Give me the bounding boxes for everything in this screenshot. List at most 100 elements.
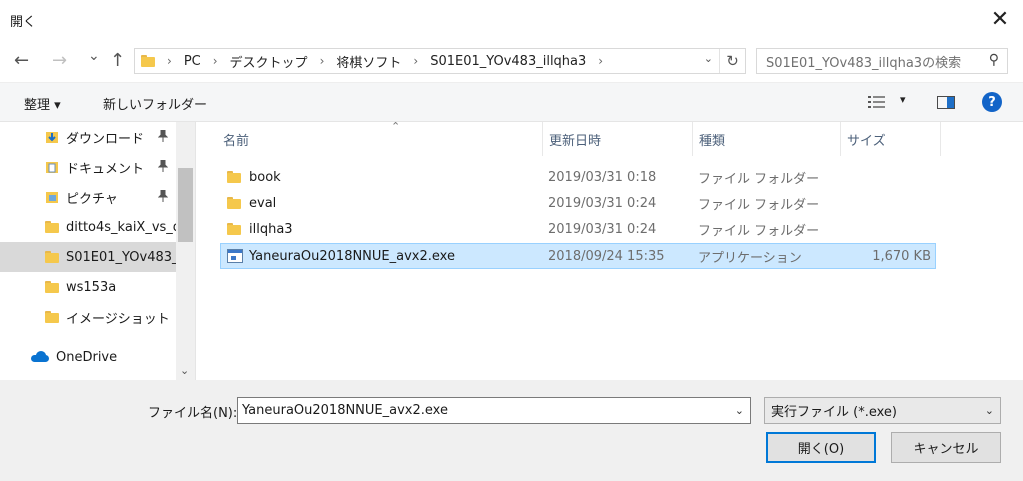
folder-icon	[227, 196, 241, 210]
chevron-right-icon[interactable]: ›	[413, 54, 418, 68]
column-header-label: 更新日時	[549, 133, 602, 149]
pin-icon[interactable]	[157, 159, 169, 175]
file-modified: 2019/03/31 0:18	[548, 169, 657, 185]
chevron-right-icon[interactable]: ›	[320, 54, 325, 68]
new-folder-button[interactable]: 新しいフォルダー	[103, 94, 207, 113]
search-input[interactable]: S01E01_YOv483_illqha3の検索 ⚲	[756, 48, 1008, 74]
search-icon[interactable]: ⚲	[989, 52, 999, 68]
file-row-yaneuraou-exe[interactable]: YaneuraOu2018NNUE_avx2.exe 2018/09/24 15…	[220, 243, 936, 269]
sidebar-item-ws153a[interactable]: ws153a	[0, 272, 176, 302]
folder-icon	[45, 280, 59, 294]
back-icon[interactable]: ←	[14, 50, 29, 71]
navigation-pane: ダウンロード ドキュメント ピクチャ ditto4s_kaiX_vs_dkd S…	[0, 122, 196, 380]
file-row-eval[interactable]: eval 2019/03/31 0:24 ファイル フォルダー	[220, 190, 936, 216]
navigation-bar: ← → ⌄ ↑ › PC › デスクトップ › 将棋ソフト › S01E01_Y…	[0, 40, 1023, 82]
chevron-down-icon[interactable]: ⌄	[735, 404, 744, 417]
chevron-right-icon[interactable]: ›	[598, 54, 603, 68]
file-row-book[interactable]: book 2019/03/31 0:18 ファイル フォルダー	[220, 164, 936, 190]
breadcrumb-shogi-soft[interactable]: 将棋ソフト	[336, 52, 401, 71]
sidebar-item-label: イメージショット	[66, 311, 170, 327]
column-header-label: 名前	[223, 133, 250, 149]
folder-icon	[227, 170, 241, 184]
filename-label: ファイル名(N):	[148, 406, 238, 421]
search-placeholder: S01E01_YOv483_illqha3の検索	[766, 55, 962, 71]
column-header-label: サイズ	[847, 133, 886, 149]
column-header-size[interactable]: サイズ	[841, 122, 941, 156]
file-name: book	[249, 169, 281, 185]
dialog-footer: ファイル名(N): YaneuraOu2018NNUE_avx2.exe ⌄ 実…	[0, 380, 1023, 481]
file-name: YaneuraOu2018NNUE_avx2.exe	[249, 248, 455, 264]
file-type: ファイル フォルダー	[698, 171, 820, 187]
cancel-button[interactable]: キャンセル	[891, 432, 1001, 463]
file-name: illqha3	[249, 221, 293, 237]
sidebar-item-ditto4s[interactable]: ditto4s_kaiX_vs_dkd	[0, 212, 176, 242]
up-icon[interactable]: ↑	[110, 50, 125, 71]
file-type-select[interactable]: 実行ファイル (*.exe) ⌄	[764, 397, 1001, 424]
scroll-down-icon[interactable]: ⌄	[180, 364, 189, 377]
downloads-icon	[45, 130, 59, 148]
preview-pane-icon[interactable]	[937, 96, 955, 109]
help-icon[interactable]: ?	[982, 92, 1002, 112]
sidebar-item-label: ドキュメント	[66, 161, 145, 177]
sidebar-item-label: ダウンロード	[66, 131, 145, 147]
sidebar-scrollbar[interactable]: ⌄	[176, 122, 195, 380]
forward-icon[interactable]: →	[52, 50, 67, 71]
address-bar[interactable]: › PC › デスクトップ › 将棋ソフト › S01E01_YOv483_il…	[134, 48, 746, 74]
folder-icon	[45, 250, 59, 264]
close-icon[interactable]: ✕	[977, 0, 1023, 38]
pin-icon[interactable]	[157, 189, 169, 205]
file-type: ファイル フォルダー	[698, 197, 820, 213]
file-modified: 2018/09/24 15:35	[548, 248, 665, 264]
column-header-name[interactable]: 名前 ⌃	[217, 120, 543, 156]
file-row-illqha3[interactable]: illqha3 2019/03/31 0:24 ファイル フォルダー	[220, 216, 936, 242]
folder-icon	[227, 222, 241, 236]
file-list: 名前 ⌃ 更新日時 種類 サイズ book 2019/03/31 0:18 ファ…	[197, 120, 1023, 380]
scrollbar-thumb[interactable]	[178, 168, 193, 242]
column-header-label: 種類	[699, 133, 726, 149]
folder-icon	[141, 54, 155, 68]
sidebar-item-current-folder[interactable]: S01E01_YOv483_illqha3	[0, 242, 176, 272]
file-modified: 2019/03/31 0:24	[548, 195, 657, 211]
file-modified: 2019/03/31 0:24	[548, 221, 657, 237]
file-size: 1,670 KB	[872, 248, 931, 264]
chevron-right-icon: ›	[167, 54, 172, 68]
sidebar-item-label: S01E01_YOv483_illqha3	[66, 249, 176, 265]
breadcrumb-current-folder[interactable]: S01E01_YOv483_illqha3	[430, 54, 586, 69]
sidebar-item-pictures[interactable]: ピクチャ	[0, 182, 176, 212]
file-type: アプリケーション	[698, 250, 802, 266]
column-header-type[interactable]: 種類	[693, 122, 841, 156]
sidebar-item-documents[interactable]: ドキュメント	[0, 152, 176, 182]
chevron-right-icon[interactable]: ›	[213, 54, 218, 68]
sidebar-item-label: OneDrive	[56, 349, 118, 365]
filename-value: YaneuraOu2018NNUE_avx2.exe	[242, 403, 448, 418]
file-name: eval	[249, 195, 277, 211]
view-dropdown-icon[interactable]: ▾	[900, 93, 906, 106]
file-type-value: 実行ファイル (*.exe)	[771, 405, 897, 420]
window-title: 開く	[10, 15, 37, 30]
chevron-down-icon[interactable]: ⌄	[985, 404, 994, 417]
folder-icon	[45, 220, 59, 234]
file-type: ファイル フォルダー	[698, 223, 820, 239]
onedrive-cloud-icon	[31, 351, 49, 362]
title-bar: 開く ✕	[0, 0, 1023, 40]
address-history-icon[interactable]: ⌄	[704, 52, 713, 65]
column-header-modified[interactable]: 更新日時	[543, 122, 693, 156]
breadcrumb-pc[interactable]: PC	[184, 54, 201, 69]
recent-locations-icon[interactable]: ⌄	[88, 48, 100, 64]
documents-icon	[45, 160, 59, 178]
refresh-icon[interactable]: ↻	[719, 49, 745, 73]
sidebar-item-image-shot[interactable]: イメージショット	[0, 302, 176, 332]
application-icon	[227, 249, 243, 263]
open-button[interactable]: 開く(O)	[766, 432, 876, 463]
organize-button[interactable]: 整理 ▾	[24, 94, 61, 113]
view-options-icon[interactable]	[868, 96, 886, 113]
sidebar-item-onedrive[interactable]: OneDrive	[0, 342, 176, 372]
sidebar-item-label: ws153a	[66, 279, 117, 295]
pin-icon[interactable]	[157, 129, 169, 145]
filename-input[interactable]: YaneuraOu2018NNUE_avx2.exe ⌄	[237, 397, 751, 424]
folder-icon	[45, 310, 59, 324]
breadcrumb-desktop[interactable]: デスクトップ	[230, 52, 308, 71]
sidebar-item-label: ditto4s_kaiX_vs_dkd	[66, 219, 176, 235]
sidebar-item-label: ピクチャ	[66, 191, 118, 207]
sidebar-item-downloads[interactable]: ダウンロード	[0, 122, 176, 152]
